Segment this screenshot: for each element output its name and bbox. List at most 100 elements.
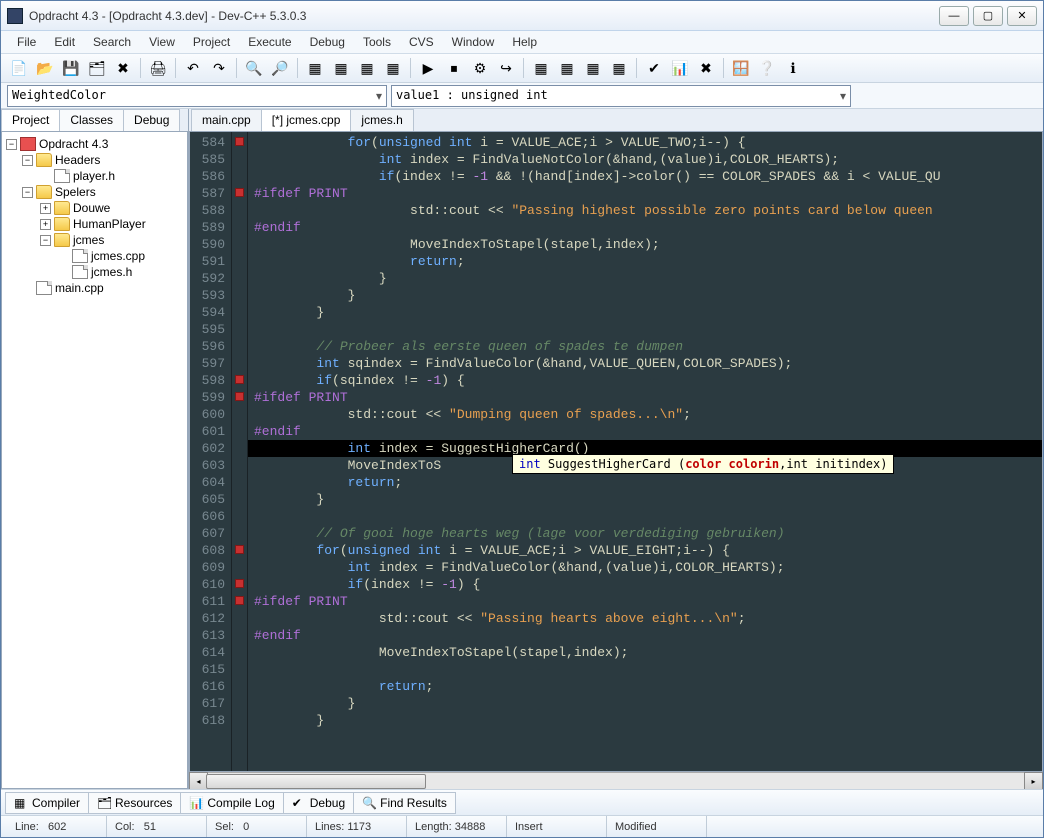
code-line[interactable]: // Probeer als eerste queen of spades te… [248, 338, 1042, 355]
code-line[interactable]: #endif [248, 423, 1042, 440]
editor-tab[interactable]: jcmes.h [350, 109, 413, 131]
tree-file[interactable]: player.h [4, 168, 185, 184]
code-line[interactable] [248, 321, 1042, 338]
code-line[interactable]: #endif [248, 219, 1042, 236]
fold-marker[interactable] [235, 188, 244, 197]
fold-marker[interactable] [235, 596, 244, 605]
menu-item-execute[interactable]: Execute [240, 33, 299, 51]
code-line[interactable]: } [248, 304, 1042, 321]
code-line[interactable]: std::cout << "Passing hearts above eight… [248, 610, 1042, 627]
debug-button[interactable]: ▶ [416, 56, 440, 80]
member-combo[interactable]: value1 : unsigned int [391, 85, 851, 107]
tree-folder[interactable]: −Spelers [4, 184, 185, 200]
code-line[interactable]: return; [248, 474, 1042, 491]
compile-run-button[interactable]: ▦ [355, 56, 379, 80]
stop-button[interactable]: ⏹ [442, 56, 466, 80]
tree-folder[interactable]: −Headers [4, 152, 185, 168]
fold-marker[interactable] [235, 579, 244, 588]
bottom-tab-debug[interactable]: ✔Debug [283, 792, 354, 814]
replace-button[interactable]: 🔎 [268, 56, 292, 80]
close-file-button[interactable]: ✖ [111, 56, 135, 80]
fold-marker[interactable] [235, 392, 244, 401]
check-button[interactable]: ✔ [642, 56, 666, 80]
fold-strip[interactable] [232, 132, 248, 771]
undo-button[interactable]: ↶ [181, 56, 205, 80]
code-line[interactable]: MoveIndexToStapel(stapel,index); [248, 644, 1042, 661]
tree-file[interactable]: main.cpp [4, 280, 185, 296]
new-file-button[interactable]: 📄 [7, 56, 31, 80]
fold-marker[interactable] [235, 137, 244, 146]
code-line[interactable]: #ifdef PRINT [248, 389, 1042, 406]
bottom-tab-find-results[interactable]: 🔍Find Results [353, 792, 456, 814]
profile-button[interactable]: ⚙ [468, 56, 492, 80]
maximize-button[interactable]: ▢ [973, 6, 1003, 26]
menu-item-tools[interactable]: Tools [355, 33, 399, 51]
left-tab-debug[interactable]: Debug [123, 109, 180, 131]
bookmark-button[interactable]: ▦ [581, 56, 605, 80]
project-tree[interactable]: −Opdracht 4.3 −Headers player.h −Spelers… [1, 131, 188, 789]
compile-button[interactable]: ▦ [303, 56, 327, 80]
tree-root[interactable]: −Opdracht 4.3 [4, 136, 185, 152]
tree-file[interactable]: jcmes.h [4, 264, 185, 280]
left-tab-classes[interactable]: Classes [59, 109, 124, 131]
code-line[interactable]: } [248, 270, 1042, 287]
code-line[interactable]: #ifdef PRINT [248, 593, 1042, 610]
run-button[interactable]: ▦ [329, 56, 353, 80]
code-line[interactable]: if(index != -1 && !(hand[index]->color()… [248, 168, 1042, 185]
minimize-button[interactable]: — [939, 6, 969, 26]
code-line[interactable]: return; [248, 678, 1042, 695]
code-line[interactable] [248, 661, 1042, 678]
help-button[interactable]: ❔ [755, 56, 779, 80]
menu-item-help[interactable]: Help [504, 33, 545, 51]
about-button[interactable]: ℹ [781, 56, 805, 80]
code-line[interactable]: } [248, 695, 1042, 712]
bottom-tab-compile-log[interactable]: 📊Compile Log [180, 792, 283, 814]
code-lines[interactable]: for(unsigned int i = VALUE_ACE;i > VALUE… [248, 132, 1042, 771]
menu-item-file[interactable]: File [9, 33, 44, 51]
class-combo[interactable]: WeightedColor [7, 85, 387, 107]
left-tab-project[interactable]: Project [1, 109, 60, 131]
code-line[interactable]: return; [248, 253, 1042, 270]
code-line[interactable]: int sqindex = FindValueColor(&hand,VALUE… [248, 355, 1042, 372]
delete-button[interactable]: ✖ [694, 56, 718, 80]
close-button[interactable]: ✕ [1007, 6, 1037, 26]
insert-button[interactable]: ▦ [555, 56, 579, 80]
fold-marker[interactable] [235, 545, 244, 554]
menu-item-project[interactable]: Project [185, 33, 238, 51]
code-line[interactable]: // Of gooi hoge hearts weg (lage voor ve… [248, 525, 1042, 542]
window-button[interactable]: 🪟 [729, 56, 753, 80]
code-line[interactable]: if(sqindex != -1) { [248, 372, 1042, 389]
find-button[interactable]: 🔍 [242, 56, 266, 80]
step-button[interactable]: ↪ [494, 56, 518, 80]
menu-item-edit[interactable]: Edit [46, 33, 83, 51]
tree-folder[interactable]: +HumanPlayer [4, 216, 185, 232]
tree-folder[interactable]: +Douwe [4, 200, 185, 216]
open-button[interactable]: 📂 [33, 56, 57, 80]
menu-item-view[interactable]: View [141, 33, 183, 51]
code-line[interactable]: } [248, 491, 1042, 508]
menu-item-search[interactable]: Search [85, 33, 139, 51]
tree-folder[interactable]: −jcmes [4, 232, 185, 248]
code-line[interactable]: MoveIndexToStapel(stapel,index); [248, 236, 1042, 253]
code-line[interactable] [248, 508, 1042, 525]
code-line[interactable]: std::cout << "Passing highest possible z… [248, 202, 1042, 219]
code-line[interactable]: for(unsigned int i = VALUE_ACE;i > VALUE… [248, 542, 1042, 559]
horizontal-scrollbar[interactable] [189, 772, 1043, 789]
editor-tab[interactable]: main.cpp [191, 109, 262, 131]
new-class-button[interactable]: ▦ [529, 56, 553, 80]
chart-button[interactable]: 📊 [668, 56, 692, 80]
save-button[interactable]: 💾 [59, 56, 83, 80]
code-line[interactable]: #ifdef PRINT [248, 185, 1042, 202]
goto-button[interactable]: ▦ [607, 56, 631, 80]
save-all-button[interactable]: 🗂 [85, 56, 109, 80]
code-line[interactable]: std::cout << "Dumping queen of spades...… [248, 406, 1042, 423]
code-line[interactable]: } [248, 712, 1042, 729]
code-line[interactable]: #endif [248, 627, 1042, 644]
code-line[interactable]: for(unsigned int i = VALUE_ACE;i > VALUE… [248, 134, 1042, 151]
editor-tab[interactable]: [*] jcmes.cpp [261, 109, 352, 131]
scroll-thumb[interactable] [206, 774, 426, 789]
tree-file[interactable]: jcmes.cpp [4, 248, 185, 264]
code-line[interactable]: int index = FindValueNotColor(&hand,(val… [248, 151, 1042, 168]
menu-item-debug[interactable]: Debug [302, 33, 353, 51]
code-line[interactable]: } [248, 287, 1042, 304]
